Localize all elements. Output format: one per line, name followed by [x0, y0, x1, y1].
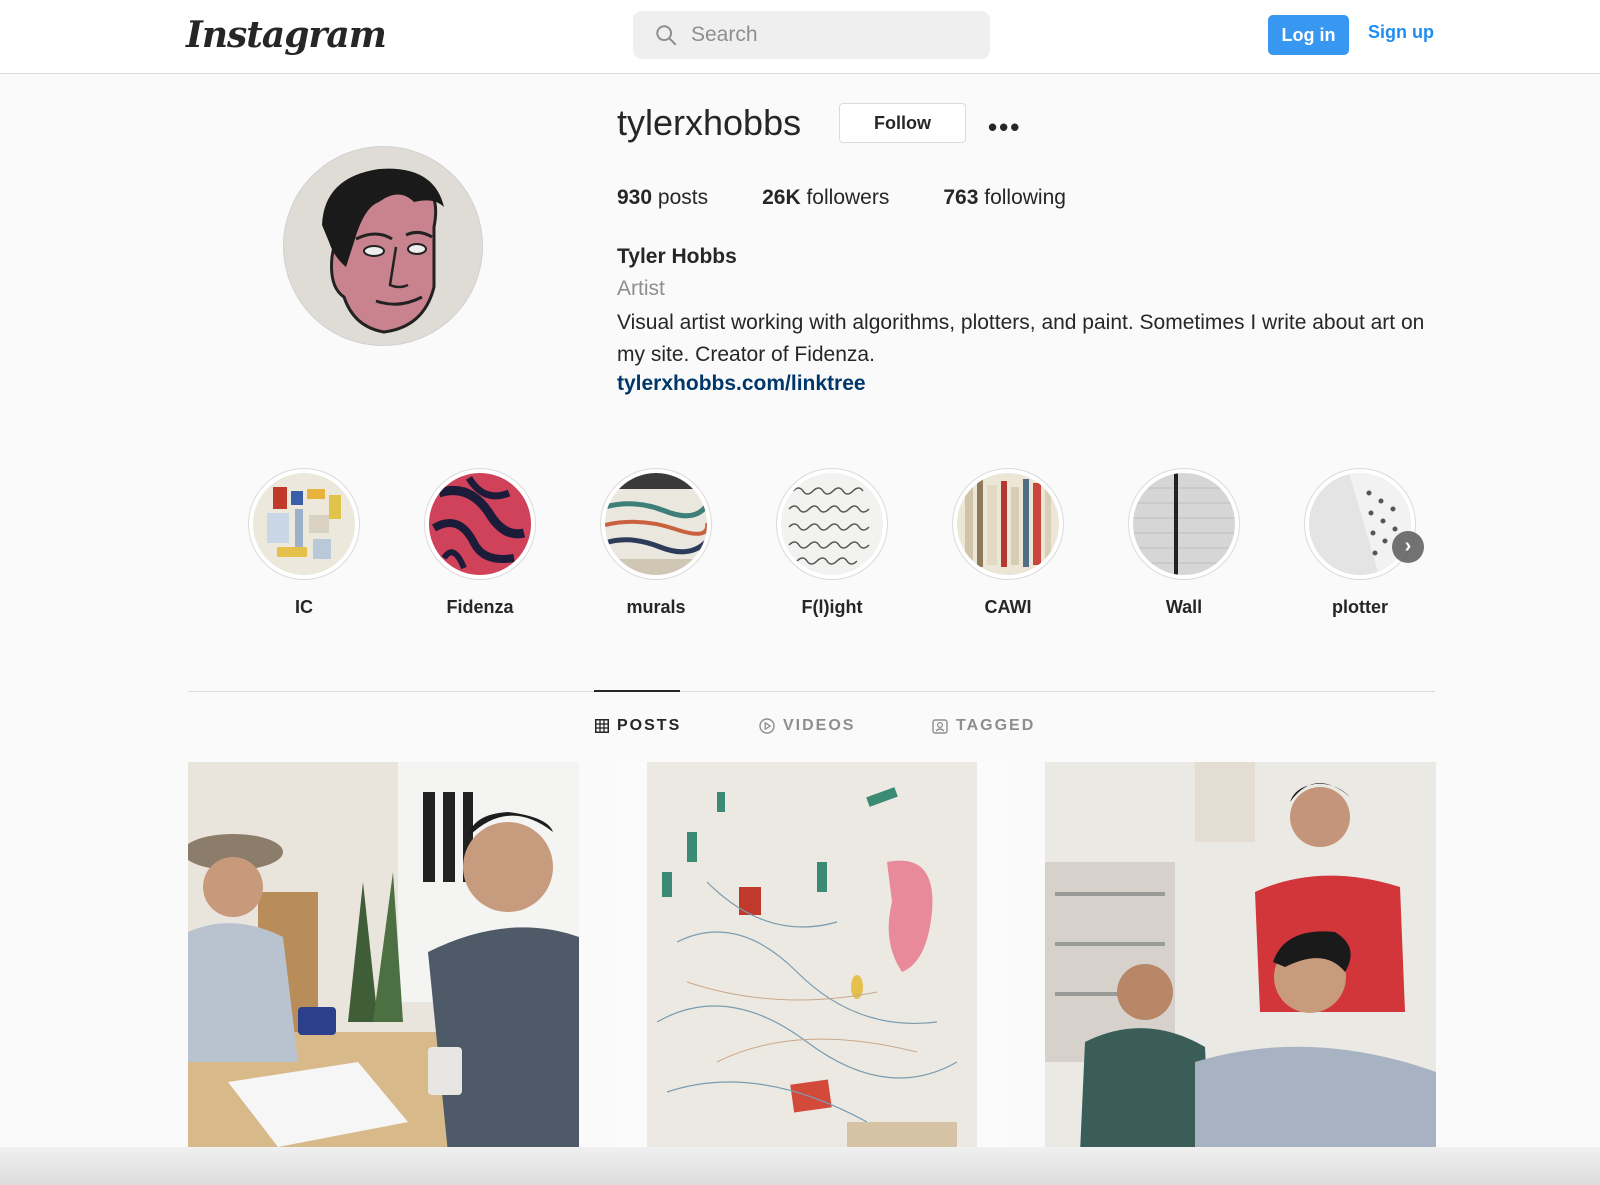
highlight-murals[interactable]: murals: [600, 468, 716, 618]
more-horizontal-icon[interactable]: •••: [988, 112, 1021, 143]
highlight-cover: [1309, 473, 1411, 575]
highlight-label: Fidenza: [446, 597, 514, 617]
highlight-cover: [1133, 473, 1235, 575]
post-photo-three-men: [1045, 762, 1436, 1153]
post-abstract-painting: [617, 762, 1008, 1153]
post-photo-two-men-at-table: [188, 762, 579, 1153]
highlight-label: Wall: [1165, 597, 1203, 617]
chevron-right-icon: ›: [1404, 535, 1412, 557]
stat-posts-value: 930: [617, 186, 653, 209]
tab-active-indicator: [594, 690, 680, 692]
highlight-cover: [781, 473, 883, 575]
highlights-next-button[interactable]: ›: [1392, 531, 1424, 563]
search-input[interactable]: [691, 11, 971, 59]
grid-icon: [595, 719, 609, 733]
profile-category: Artist: [617, 277, 665, 300]
post-thumbnail[interactable]: [188, 762, 579, 1153]
tab-videos-label: VIDEOS: [783, 717, 856, 734]
play-icon: [759, 718, 775, 734]
tag-user-icon: [932, 719, 948, 734]
profile-stats: 930 posts 26K followers 763 following: [617, 186, 1120, 210]
tab-posts-label: POSTS: [617, 717, 682, 734]
profile-bio: Visual artist working with algorithms, p…: [617, 311, 1425, 366]
highlight-ic[interactable]: IC: [248, 468, 364, 618]
highlight-cawi[interactable]: CAWI: [952, 468, 1068, 618]
stat-posts-label: posts: [657, 186, 709, 209]
highlight-label: murals: [626, 597, 686, 617]
tab-tagged-label: TAGGED: [956, 717, 1036, 734]
stat-following-value: 763: [943, 186, 979, 209]
stat-following[interactable]: 763 following: [943, 186, 1066, 210]
highlight-wall[interactable]: Wall: [1128, 468, 1244, 618]
tab-tagged[interactable]: TAGGED: [932, 717, 1035, 735]
bottom-scroll-shadow: [0, 1147, 1600, 1185]
top-navbar: Instagram Log in Sign up: [0, 0, 1600, 74]
highlight-label: F(l)ight: [801, 597, 863, 617]
post-thumbnail[interactable]: [1045, 762, 1436, 1153]
follow-button[interactable]: Follow: [839, 103, 966, 143]
profile-username: tylerxhobbs: [617, 102, 802, 143]
highlight-cover: [957, 473, 1059, 575]
highlight-fidenza[interactable]: Fidenza: [424, 468, 540, 618]
search-icon: [656, 25, 677, 46]
highlight-label: IC: [295, 597, 313, 617]
tabs-divider: [188, 691, 1435, 692]
signup-link[interactable]: Sign up: [1368, 22, 1434, 43]
highlight-label: plotter: [1332, 597, 1388, 617]
highlight-cover: [429, 473, 531, 575]
highlight-flight[interactable]: F(l)ight: [776, 468, 892, 618]
instagram-logo[interactable]: Instagram: [186, 14, 387, 56]
profile-full-name: Tyler Hobbs: [617, 245, 737, 268]
highlight-cover: [253, 473, 355, 575]
stat-followers-label: followers: [806, 186, 890, 209]
login-button[interactable]: Log in: [1268, 15, 1349, 55]
stat-followers-value: 26K: [762, 186, 801, 209]
profile-avatar[interactable]: [283, 146, 483, 346]
stat-following-label: following: [984, 186, 1066, 209]
highlight-label: CAWI: [984, 597, 1032, 617]
post-thumbnail[interactable]: [617, 762, 1008, 1153]
highlight-cover: [605, 473, 707, 575]
profile-website-link[interactable]: tylerxhobbs.com/linktree: [617, 372, 866, 396]
avatar-illustration: [284, 147, 482, 345]
stat-posts: 930 posts: [617, 186, 708, 210]
search-box[interactable]: [633, 11, 990, 59]
tab-posts[interactable]: POSTS: [595, 717, 681, 735]
tab-videos[interactable]: VIDEOS: [759, 717, 855, 735]
stat-followers[interactable]: 26K followers: [762, 186, 889, 210]
